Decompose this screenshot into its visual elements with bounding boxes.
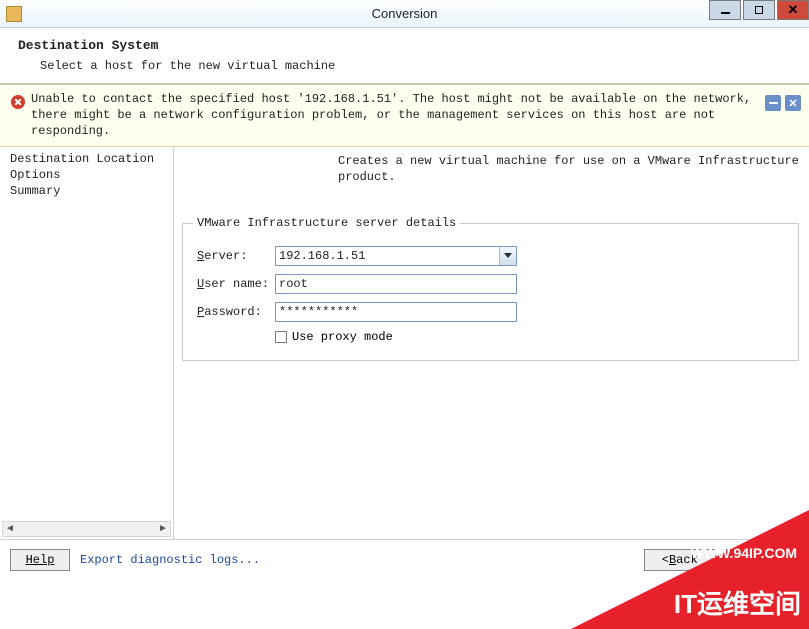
help-button[interactable]: Help [10,549,70,571]
minimize-button[interactable] [709,0,741,20]
close-icon: ✕ [788,2,799,18]
scroll-track[interactable] [17,522,156,536]
nav-buttons: < Back Next > [644,549,799,571]
alert-close-icon: ✕ [788,97,797,110]
proxy-checkbox[interactable] [275,331,287,343]
export-logs-link[interactable]: Export diagnostic logs... [80,553,260,567]
sidebar-hscrollbar[interactable]: ◄ ► [2,521,171,537]
password-row: Password: [197,302,784,322]
proxy-label: Use proxy mode [292,330,393,344]
password-input[interactable] [275,302,517,322]
page-subtitle: Select a host for the new virtual machin… [40,59,791,73]
username-input[interactable] [275,274,517,294]
server-details-fieldset: VMware Infrastructure server details Ser… [182,223,799,361]
error-icon [11,95,25,109]
chevron-down-icon [504,253,512,258]
sidebar: Destination Location Options Summary ◄ ► [0,147,174,539]
sidebar-item-summary[interactable]: Summary [10,183,173,199]
header: Destination System Select a host for the… [0,28,809,84]
fieldset-legend: VMware Infrastructure server details [193,216,460,230]
proxy-row: Use proxy mode [275,330,784,344]
maximize-icon [755,6,763,14]
window-controls: ✕ [707,0,809,20]
minimize-bar-icon [769,102,778,104]
maximize-button[interactable] [743,0,775,20]
alert-text: Unable to contact the specified host '19… [31,91,755,140]
server-label: Server: [197,249,275,263]
close-button[interactable]: ✕ [777,0,809,20]
page-title: Destination System [18,38,791,53]
body: Destination Location Options Summary ◄ ►… [0,147,809,539]
footer: Help Export diagnostic logs... < Back Ne… [0,539,809,580]
next-button[interactable]: Next > [726,549,799,571]
app-icon [6,6,22,22]
server-input[interactable] [275,246,517,266]
watermark-title: IT运维空间 [674,584,801,621]
server-combo[interactable] [275,246,517,266]
window-title: Conversion [372,6,438,21]
main-panel: Creates a new virtual machine for use on… [174,147,809,539]
server-row: Server: [197,246,784,266]
titlebar: Conversion ✕ [0,0,809,28]
scroll-right-icon[interactable]: ► [156,523,170,534]
minimize-icon [721,12,730,14]
sidebar-item-destination-location[interactable]: Destination Location [10,151,173,167]
username-row: User name: [197,274,784,294]
alert-close-button[interactable]: ✕ [785,95,801,111]
scroll-left-icon[interactable]: ◄ [3,523,17,534]
alert-minimize-button[interactable] [765,95,781,111]
password-label: Password: [197,305,275,319]
back-button[interactable]: < Back [644,549,716,571]
info-text: Creates a new virtual machine for use on… [338,153,799,185]
sidebar-item-options[interactable]: Options [10,167,173,183]
alert-bar: Unable to contact the specified host '19… [0,84,809,147]
username-label: User name: [197,277,275,291]
server-dropdown-button[interactable] [499,247,516,265]
